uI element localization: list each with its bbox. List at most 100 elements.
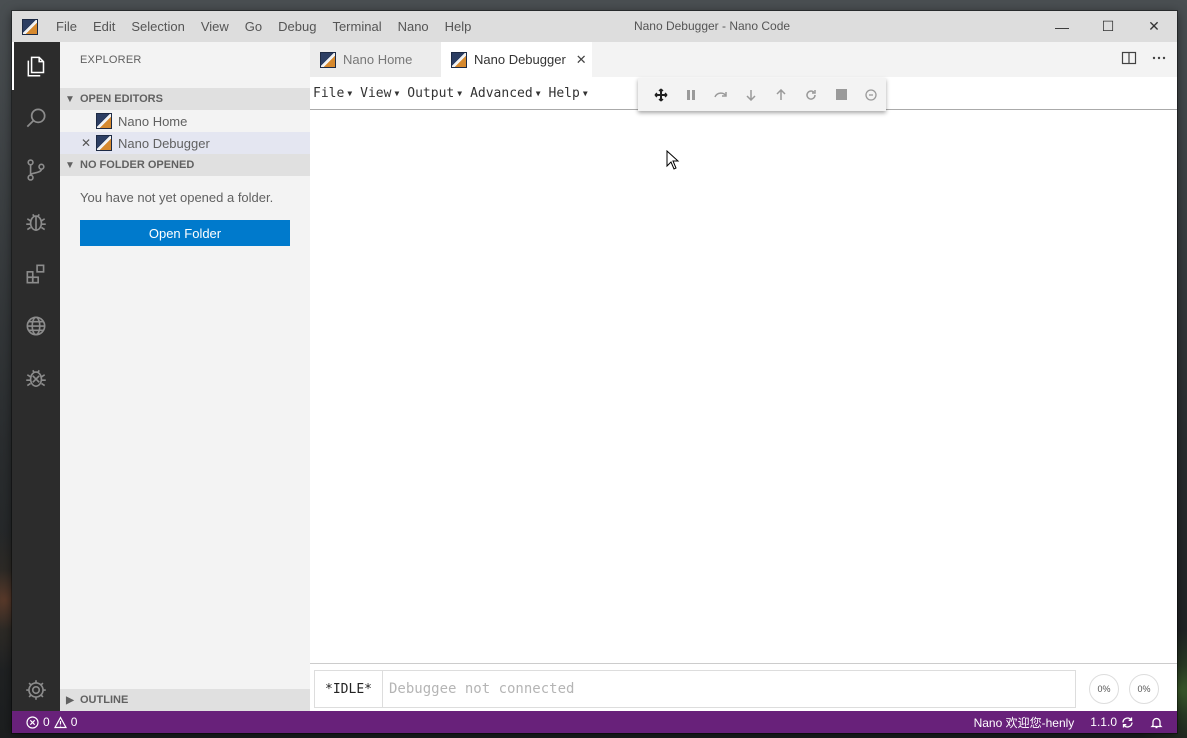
no-folder-label: NO FOLDER OPENED — [80, 159, 195, 171]
tab-nano-home[interactable]: Nano Home — [310, 42, 441, 77]
app-icon — [12, 11, 48, 42]
pause-icon[interactable] — [676, 80, 706, 110]
outline-header[interactable]: ▶ OUTLINE — [60, 689, 310, 711]
memory-usage-indicator: 0% — [1129, 674, 1159, 704]
open-editors-label: OPEN EDITORS — [80, 93, 163, 105]
menu-file[interactable]: File — [48, 11, 85, 42]
activity-bar — [12, 42, 60, 711]
editor-area: Nano Home Nano Debugger ✕ File ▼ View ▼ Ou… — [310, 42, 1177, 711]
no-folder-header[interactable]: ▼ NO FOLDER OPENED — [60, 154, 310, 176]
settings-gear-icon[interactable] — [12, 666, 60, 714]
debugger-menu-output[interactable]: Output ▼ — [404, 86, 467, 101]
close-window-button[interactable]: ✕ — [1131, 11, 1177, 42]
menu-bar: File Edit Selection View Go Debug Termin… — [48, 11, 479, 42]
debug-icon[interactable] — [12, 198, 60, 246]
chevron-down-icon: ▼ — [347, 88, 353, 98]
window-controls: — ☐ ✕ — [1039, 11, 1177, 42]
chevron-down-icon: ▼ — [535, 88, 541, 98]
no-folder-message: You have not yet opened a folder. — [80, 190, 274, 205]
connect-plus-icon[interactable] — [646, 80, 676, 110]
debug-toolbar — [638, 78, 886, 111]
tab-label: Nano Home — [343, 52, 413, 67]
step-over-icon[interactable] — [706, 80, 736, 110]
status-bar: 0 0 Nano 欢迎您-henly 1.1.0 — [12, 711, 1177, 733]
problems-indicator[interactable]: 0 0 — [26, 715, 77, 729]
open-editor-label: Nano Debugger — [118, 135, 210, 151]
debugger-menu-view[interactable]: View ▼ — [357, 86, 404, 101]
menu-selection[interactable]: Selection — [123, 11, 192, 42]
chevron-down-icon: ▼ — [394, 88, 400, 98]
menu-label: Advanced — [470, 85, 533, 101]
menu-nano[interactable]: Nano — [390, 11, 437, 42]
menu-debug[interactable]: Debug — [270, 11, 324, 42]
chevron-down-icon: ▼ — [65, 159, 75, 171]
open-editor-nano-home[interactable]: Nano Home — [60, 110, 310, 132]
tab-label: Nano Debugger — [474, 52, 566, 67]
window-title: Nano Debugger - Nano Code — [633, 19, 791, 33]
debugger-menu-help[interactable]: Help ▼ — [546, 86, 593, 101]
nano-file-icon — [451, 51, 467, 68]
step-into-icon[interactable] — [736, 80, 766, 110]
close-icon[interactable]: ✕ — [76, 136, 96, 150]
explorer-title: EXPLORER — [80, 54, 142, 66]
remote-globe-icon[interactable] — [12, 302, 60, 350]
notifications-bell-icon[interactable] — [1150, 716, 1163, 729]
warning-icon — [53, 715, 67, 728]
chevron-down-icon: ▼ — [582, 88, 588, 98]
open-editor-nano-debugger[interactable]: ✕ Nano Debugger — [60, 132, 310, 154]
version-indicator[interactable]: 1.1.0 — [1090, 715, 1134, 729]
search-icon[interactable] — [12, 94, 60, 142]
editor-actions — [1121, 42, 1167, 77]
cpu-usage-indicator: 0% — [1089, 674, 1119, 704]
maximize-button[interactable]: ☐ — [1085, 11, 1131, 42]
open-editors-header[interactable]: ▼ OPEN EDITORS — [60, 88, 310, 110]
menu-view[interactable]: View — [193, 11, 237, 42]
app-window: File Edit Selection View Go Debug Termin… — [12, 11, 1177, 733]
warning-count: 0 — [70, 715, 78, 729]
source-control-icon[interactable] — [12, 146, 60, 194]
close-icon[interactable]: ✕ — [576, 52, 587, 68]
debugger-menu-advanced[interactable]: Advanced ▼ — [467, 86, 545, 101]
user-greeting[interactable]: Nano 欢迎您-henly — [974, 714, 1075, 731]
debug-command-input[interactable] — [382, 670, 1076, 708]
chevron-right-icon: ▶ — [66, 694, 74, 706]
more-actions-icon[interactable] — [1151, 50, 1167, 69]
mouse-cursor-icon — [666, 150, 680, 170]
split-editor-icon[interactable] — [1121, 50, 1137, 69]
debugger-menu-file[interactable]: File ▼ — [310, 86, 357, 101]
explorer-icon[interactable] — [12, 42, 60, 90]
tab-nano-debugger[interactable]: Nano Debugger ✕ — [441, 42, 592, 77]
extensions-icon[interactable] — [12, 250, 60, 298]
nano-file-icon — [320, 51, 336, 68]
debug-console-bar: *IDLE* 0% 0% — [310, 663, 1177, 711]
menu-label: File — [313, 85, 345, 101]
restart-icon[interactable] — [796, 80, 826, 110]
open-folder-button[interactable]: Open Folder — [80, 220, 290, 246]
menu-go[interactable]: Go — [237, 11, 270, 42]
nano-file-icon — [96, 113, 112, 129]
menu-edit[interactable]: Edit — [85, 11, 123, 42]
nano-logo-icon — [22, 18, 38, 35]
chevron-down-icon: ▼ — [65, 93, 75, 105]
error-icon — [26, 715, 39, 729]
menu-terminal[interactable]: Terminal — [324, 11, 389, 42]
disconnect-icon[interactable] — [856, 80, 886, 110]
chevron-down-icon: ▼ — [457, 88, 463, 98]
nano-file-icon — [96, 135, 112, 151]
menu-help[interactable]: Help — [437, 11, 480, 42]
outline-label: OUTLINE — [80, 694, 129, 706]
title-bar: File Edit Selection View Go Debug Termin… — [12, 11, 1177, 42]
nano-debug-icon[interactable] — [12, 354, 60, 402]
explorer-sidebar: EXPLORER ▼ OPEN EDITORS Nano Home ✕ Nano… — [60, 42, 310, 711]
menu-label: View — [360, 85, 392, 101]
sync-icon — [1122, 716, 1133, 728]
open-editor-label: Nano Home — [118, 113, 188, 129]
tab-bar: Nano Home Nano Debugger ✕ — [310, 42, 1177, 77]
stop-icon[interactable] — [826, 80, 856, 110]
debugger-state-label: *IDLE* — [314, 670, 382, 708]
status-right: Nano 欢迎您-henly 1.1.0 — [974, 714, 1163, 731]
step-out-icon[interactable] — [766, 80, 796, 110]
version-label: 1.1.0 — [1090, 715, 1117, 729]
minimize-button[interactable]: — — [1039, 11, 1085, 42]
error-count: 0 — [43, 715, 50, 729]
